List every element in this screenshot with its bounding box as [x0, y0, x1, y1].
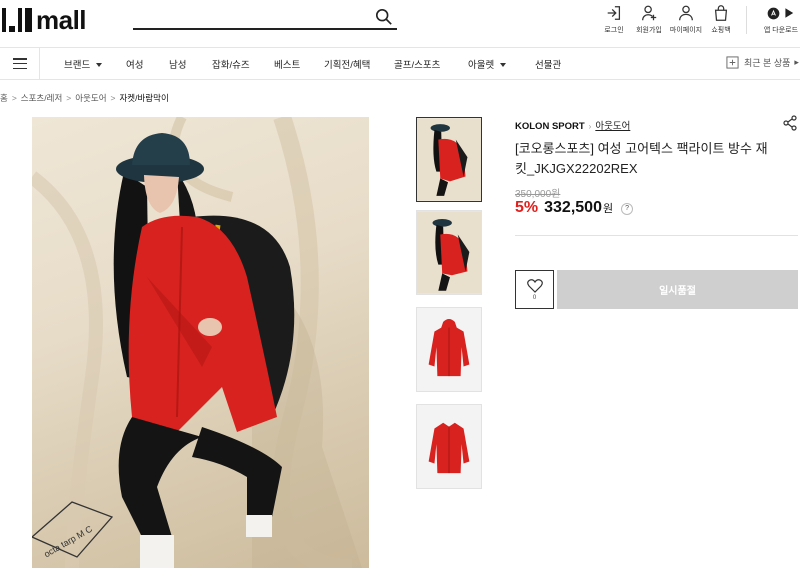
join-label: 회원가입	[636, 27, 662, 34]
nav-item-label: 여성	[126, 60, 144, 71]
product-photo: octa tarp M C	[32, 117, 362, 568]
brand-category[interactable]: 아웃도어	[595, 121, 630, 132]
breadcrumb-item[interactable]: 홈	[0, 93, 8, 103]
app-download-label: 앱 다운로드	[763, 27, 799, 34]
nav-item-label: 선물관	[535, 60, 562, 71]
heart-icon	[526, 279, 543, 293]
product-main-image[interactable]: octa tarp M C	[32, 117, 369, 568]
breadcrumb-item[interactable]: 아웃도어	[75, 93, 106, 103]
search-input[interactable]	[133, 6, 363, 28]
menu-icon	[12, 58, 27, 69]
share-icon[interactable]	[782, 115, 798, 131]
login-link[interactable]: 로그인	[596, 4, 632, 35]
login-label: 로그인	[604, 27, 624, 34]
recent-view-button[interactable]: 최근 본 상품 ▸	[726, 56, 799, 69]
brand-name[interactable]: KOLON SPORT	[515, 121, 585, 132]
logo-text: mall	[36, 5, 87, 35]
nav-item-gifts[interactable]: 선물관	[535, 57, 561, 71]
nav-item-outlet[interactable]: 아울렛	[468, 57, 507, 71]
nav-item-label: 남성	[169, 60, 187, 71]
breadcrumb: 홈 > 스포츠/레저 > 아웃도어 > 자켓/바람막이	[0, 93, 169, 103]
main-nav: 브랜드 여성 남성 잡화/슈즈 베스트 기획전/혜택 골프/스포츠 아울렛 선물…	[0, 47, 800, 80]
thumbnail-4[interactable]	[416, 404, 482, 489]
price-info-icon[interactable]: ?	[621, 202, 634, 215]
recent-view-icon	[726, 56, 739, 69]
join-icon	[642, 5, 657, 21]
mypage-icon	[679, 5, 693, 21]
menu-button[interactable]	[0, 48, 40, 79]
chevron-down-icon	[500, 63, 507, 68]
breadcrumb-current[interactable]: 자켓/바람막이	[119, 93, 168, 103]
nav-item-label: 브랜드	[64, 60, 91, 71]
nav-item-best[interactable]: 베스트	[274, 57, 300, 71]
discount-rate: 5%	[515, 199, 539, 216]
thumbnail-1[interactable]	[416, 117, 482, 202]
thumbnail-2[interactable]	[416, 210, 482, 295]
thumbnail-photo	[417, 211, 481, 294]
logo-mark	[2, 8, 32, 32]
nav-item-brand[interactable]: 브랜드	[64, 57, 103, 71]
chevron-right-icon: ▸	[794, 57, 799, 67]
nav-item-label: 베스트	[274, 60, 301, 71]
nav-item-label: 잡화/슈즈	[212, 60, 250, 71]
site-logo[interactable]: mall	[2, 5, 87, 35]
search-bar	[133, 6, 397, 30]
breadcrumb-item[interactable]: 스포츠/레저	[21, 93, 62, 103]
header: mall 로그인 회원가입 마이페이지 쇼핑백 앱 다운로드	[0, 0, 800, 46]
thumbnail-photo	[417, 405, 481, 488]
like-count: 0	[532, 295, 537, 301]
nav-item-women[interactable]: 여성	[126, 57, 143, 71]
sale-price: 332,500	[544, 199, 602, 216]
original-price: 350,000원	[515, 189, 561, 200]
soldout-button[interactable]: 일시품절	[557, 270, 798, 309]
price-row: 5% 332,500 원 ?	[515, 199, 634, 217]
nav-item-men[interactable]: 남성	[169, 57, 186, 71]
thumbnail-photo	[417, 308, 481, 391]
thumbnail-photo	[417, 118, 481, 201]
header-divider	[746, 6, 747, 34]
thumbnail-3[interactable]	[416, 307, 482, 392]
cart-link[interactable]: 쇼핑백	[703, 4, 739, 35]
app-download-link[interactable]: 앱 다운로드	[761, 4, 800, 35]
nav-item-accessories[interactable]: 잡화/슈즈	[212, 57, 250, 71]
like-button[interactable]: 0	[515, 270, 554, 309]
cart-icon	[714, 5, 728, 21]
nav-item-golf-sports[interactable]: 골프/스포츠	[394, 57, 440, 71]
login-icon	[607, 6, 621, 20]
product-title: [코오롱스포츠] 여성 고어텍스 팩라이트 방수 재킷_JKJGX22202RE…	[515, 141, 768, 176]
search-icon[interactable]	[375, 8, 393, 26]
divider	[515, 235, 798, 236]
nav-item-label: 아울렛	[468, 60, 495, 71]
join-link[interactable]: 회원가입	[631, 4, 667, 35]
currency-unit: 원	[602, 203, 614, 215]
nav-item-events[interactable]: 기획전/혜택	[324, 57, 370, 71]
app-download-icon	[767, 4, 795, 22]
mypage-link[interactable]: 마이페이지	[668, 4, 704, 35]
chevron-down-icon	[96, 63, 103, 68]
recent-view-label: 최근 본 상품	[744, 58, 791, 68]
brand-line: KOLON SPORT › 아웃도어	[515, 121, 631, 132]
nav-item-label: 골프/스포츠	[394, 60, 441, 71]
cart-label: 쇼핑백	[711, 27, 731, 34]
nav-item-label: 기획전/혜택	[324, 60, 371, 71]
mypage-label: 마이페이지	[669, 27, 703, 34]
